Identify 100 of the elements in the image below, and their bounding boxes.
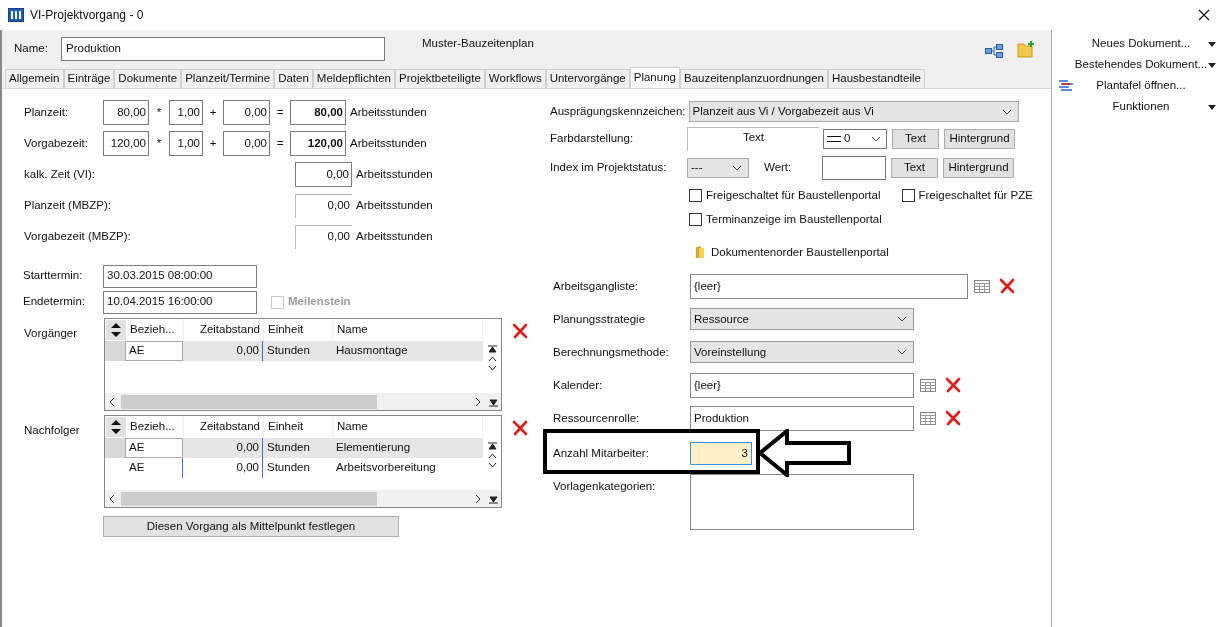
name-field[interactable]: Produktion bbox=[61, 36, 385, 61]
lookup-field[interactable]: {leer} bbox=[690, 273, 968, 299]
scroll-top-icon[interactable] bbox=[487, 345, 497, 353]
tab[interactable]: Allgemein bbox=[5, 69, 64, 88]
field-label: Wert: bbox=[764, 160, 793, 176]
dropdown-arrow-icon[interactable] bbox=[1208, 104, 1216, 110]
input-field[interactable]: 120,00 bbox=[103, 131, 149, 156]
table-cell: 0,00 bbox=[183, 458, 263, 478]
scroll-down-icon[interactable] bbox=[487, 365, 497, 371]
tab[interactable]: Planung bbox=[629, 67, 680, 88]
tab[interactable]: Daten bbox=[274, 69, 313, 88]
table-cell: AE bbox=[125, 458, 183, 478]
checkbox[interactable] bbox=[689, 213, 702, 227]
scroll-up-icon[interactable] bbox=[487, 453, 497, 459]
scroll-down-icon[interactable] bbox=[487, 462, 497, 468]
dropdown[interactable]: --- bbox=[687, 158, 749, 178]
color-button[interactable]: Hintergrund bbox=[944, 128, 1015, 149]
tab[interactable]: Bauzeitenplanzuordnungen bbox=[679, 69, 828, 88]
scroll-top-icon[interactable] bbox=[487, 442, 497, 450]
line-dropdown[interactable]: 0 bbox=[823, 128, 887, 149]
sidebar-item[interactable]: Funktionen bbox=[1074, 98, 1208, 116]
table-cell: AE bbox=[125, 438, 183, 458]
field-label: Starttermin: bbox=[22, 268, 84, 284]
name-label: Name: bbox=[14, 40, 49, 56]
input-field[interactable]: 1,00 bbox=[169, 100, 203, 125]
dropdown[interactable]: Ressource bbox=[690, 308, 914, 331]
operator: = bbox=[275, 104, 285, 120]
checkbox[interactable] bbox=[901, 189, 915, 203]
operator: * bbox=[155, 104, 163, 120]
scroll-up-icon[interactable] bbox=[487, 356, 497, 362]
field-label: Vorlagenkategorien: bbox=[552, 478, 657, 494]
table-icon[interactable] bbox=[974, 279, 990, 293]
checkbox[interactable] bbox=[689, 189, 702, 203]
operator: + bbox=[208, 104, 218, 120]
number-field[interactable]: 3 bbox=[690, 441, 752, 465]
field-label: Vorgabezeit: bbox=[23, 135, 89, 151]
lookup-field[interactable]: Produktion bbox=[690, 405, 914, 431]
tab[interactable]: Projektbeteiligte bbox=[395, 69, 485, 88]
color-button[interactable]: Hintergrund bbox=[943, 158, 1014, 178]
folder-add-icon[interactable] bbox=[1017, 39, 1035, 58]
folder-link[interactable]: Dokumentenorder Baustellenportal bbox=[711, 243, 889, 261]
tab[interactable]: Dokumente bbox=[114, 69, 182, 88]
tab[interactable]: Meldepflichten bbox=[312, 69, 395, 88]
hierarchy-icon[interactable] bbox=[985, 43, 1003, 58]
input-field[interactable] bbox=[822, 156, 886, 180]
tab[interactable]: Planzeit/Termine bbox=[181, 69, 275, 88]
color-preview: Text bbox=[687, 126, 819, 151]
delete-icon[interactable] bbox=[945, 377, 961, 394]
arrow-icon bbox=[758, 429, 854, 477]
unit-label: Arbeitsstunden bbox=[356, 197, 433, 213]
table-cell-text: Stunden bbox=[266, 343, 311, 359]
dropdown-arrow-icon[interactable] bbox=[1208, 62, 1216, 68]
sidebar-item[interactable]: Plantafel öffnen... bbox=[1074, 77, 1208, 95]
unit-label: Arbeitsstunden bbox=[350, 135, 427, 151]
delete-icon[interactable] bbox=[512, 420, 528, 436]
tab[interactable]: Einträge bbox=[63, 69, 115, 88]
readonly-field: 0,00 bbox=[295, 224, 352, 249]
delete-icon[interactable] bbox=[945, 410, 961, 427]
color-button[interactable]: Text bbox=[891, 158, 938, 178]
color-button[interactable]: Text bbox=[892, 128, 939, 149]
tab[interactable]: Untervorgänge bbox=[545, 69, 630, 88]
input-field[interactable]: 80,00 bbox=[103, 100, 149, 125]
input-field[interactable]: 0,00 bbox=[223, 100, 270, 125]
operator: + bbox=[208, 135, 218, 151]
grid-row[interactable]: AE 0,00 Stunden Hausmontage bbox=[105, 341, 483, 361]
text-area[interactable] bbox=[690, 473, 914, 530]
sort-icon[interactable] bbox=[111, 323, 121, 337]
dropdown[interactable]: Planzeit aus Vi / Vorgabezeit aus Vi bbox=[688, 101, 1019, 122]
delete-icon[interactable] bbox=[999, 278, 1015, 295]
sidebar-item[interactable]: Bestehendes Dokument... bbox=[1074, 56, 1208, 74]
lookup-field[interactable]: {leer} bbox=[690, 372, 914, 398]
table-cell: 0,00 bbox=[183, 341, 263, 361]
result-field: 80,00 bbox=[290, 100, 346, 125]
line-style-icon bbox=[827, 135, 841, 142]
dropdown-arrow-icon[interactable] bbox=[1208, 41, 1216, 47]
input-field[interactable]: 1,00 bbox=[169, 131, 203, 156]
tab[interactable]: Hausbestandteile bbox=[828, 69, 925, 88]
field-label: Index im Projektstatus: bbox=[549, 160, 668, 176]
delete-icon[interactable] bbox=[512, 323, 528, 339]
close-icon[interactable] bbox=[1198, 9, 1210, 21]
window-title: VI-Projektvorgang - 0 bbox=[30, 7, 144, 24]
input-field[interactable]: 0,00 bbox=[223, 131, 270, 156]
tab[interactable]: Workflows bbox=[484, 69, 546, 88]
center-button[interactable]: Diesen Vorgang als Mittelpunkt festlegen bbox=[103, 516, 399, 537]
table-icon[interactable] bbox=[920, 411, 936, 425]
date-field[interactable]: 30.03.2015 08:00:00 bbox=[103, 264, 257, 288]
table-icon[interactable] bbox=[920, 378, 936, 392]
grid-row[interactable]: AE 0,00 Stunden Elementierung bbox=[105, 438, 483, 458]
sidebar-item[interactable]: Neues Dokument... bbox=[1074, 35, 1208, 53]
field-label: Planungsstrategie bbox=[552, 311, 647, 327]
checkbox-label: Terminanzeige im Baustellenportal bbox=[706, 212, 882, 228]
field-label: Endetermin: bbox=[22, 294, 86, 310]
sort-icon[interactable] bbox=[111, 420, 121, 434]
field-label: Arbeitsgangliste: bbox=[552, 278, 640, 294]
input-field[interactable]: 0,00 bbox=[295, 162, 352, 187]
horizontal-scrollbar[interactable] bbox=[105, 393, 501, 410]
horizontal-scrollbar[interactable] bbox=[105, 490, 501, 507]
date-field[interactable]: 10.04.2015 16:00:00 bbox=[103, 290, 257, 314]
dropdown[interactable]: Voreinstellung bbox=[690, 341, 914, 364]
table-cell: AE bbox=[125, 341, 183, 361]
